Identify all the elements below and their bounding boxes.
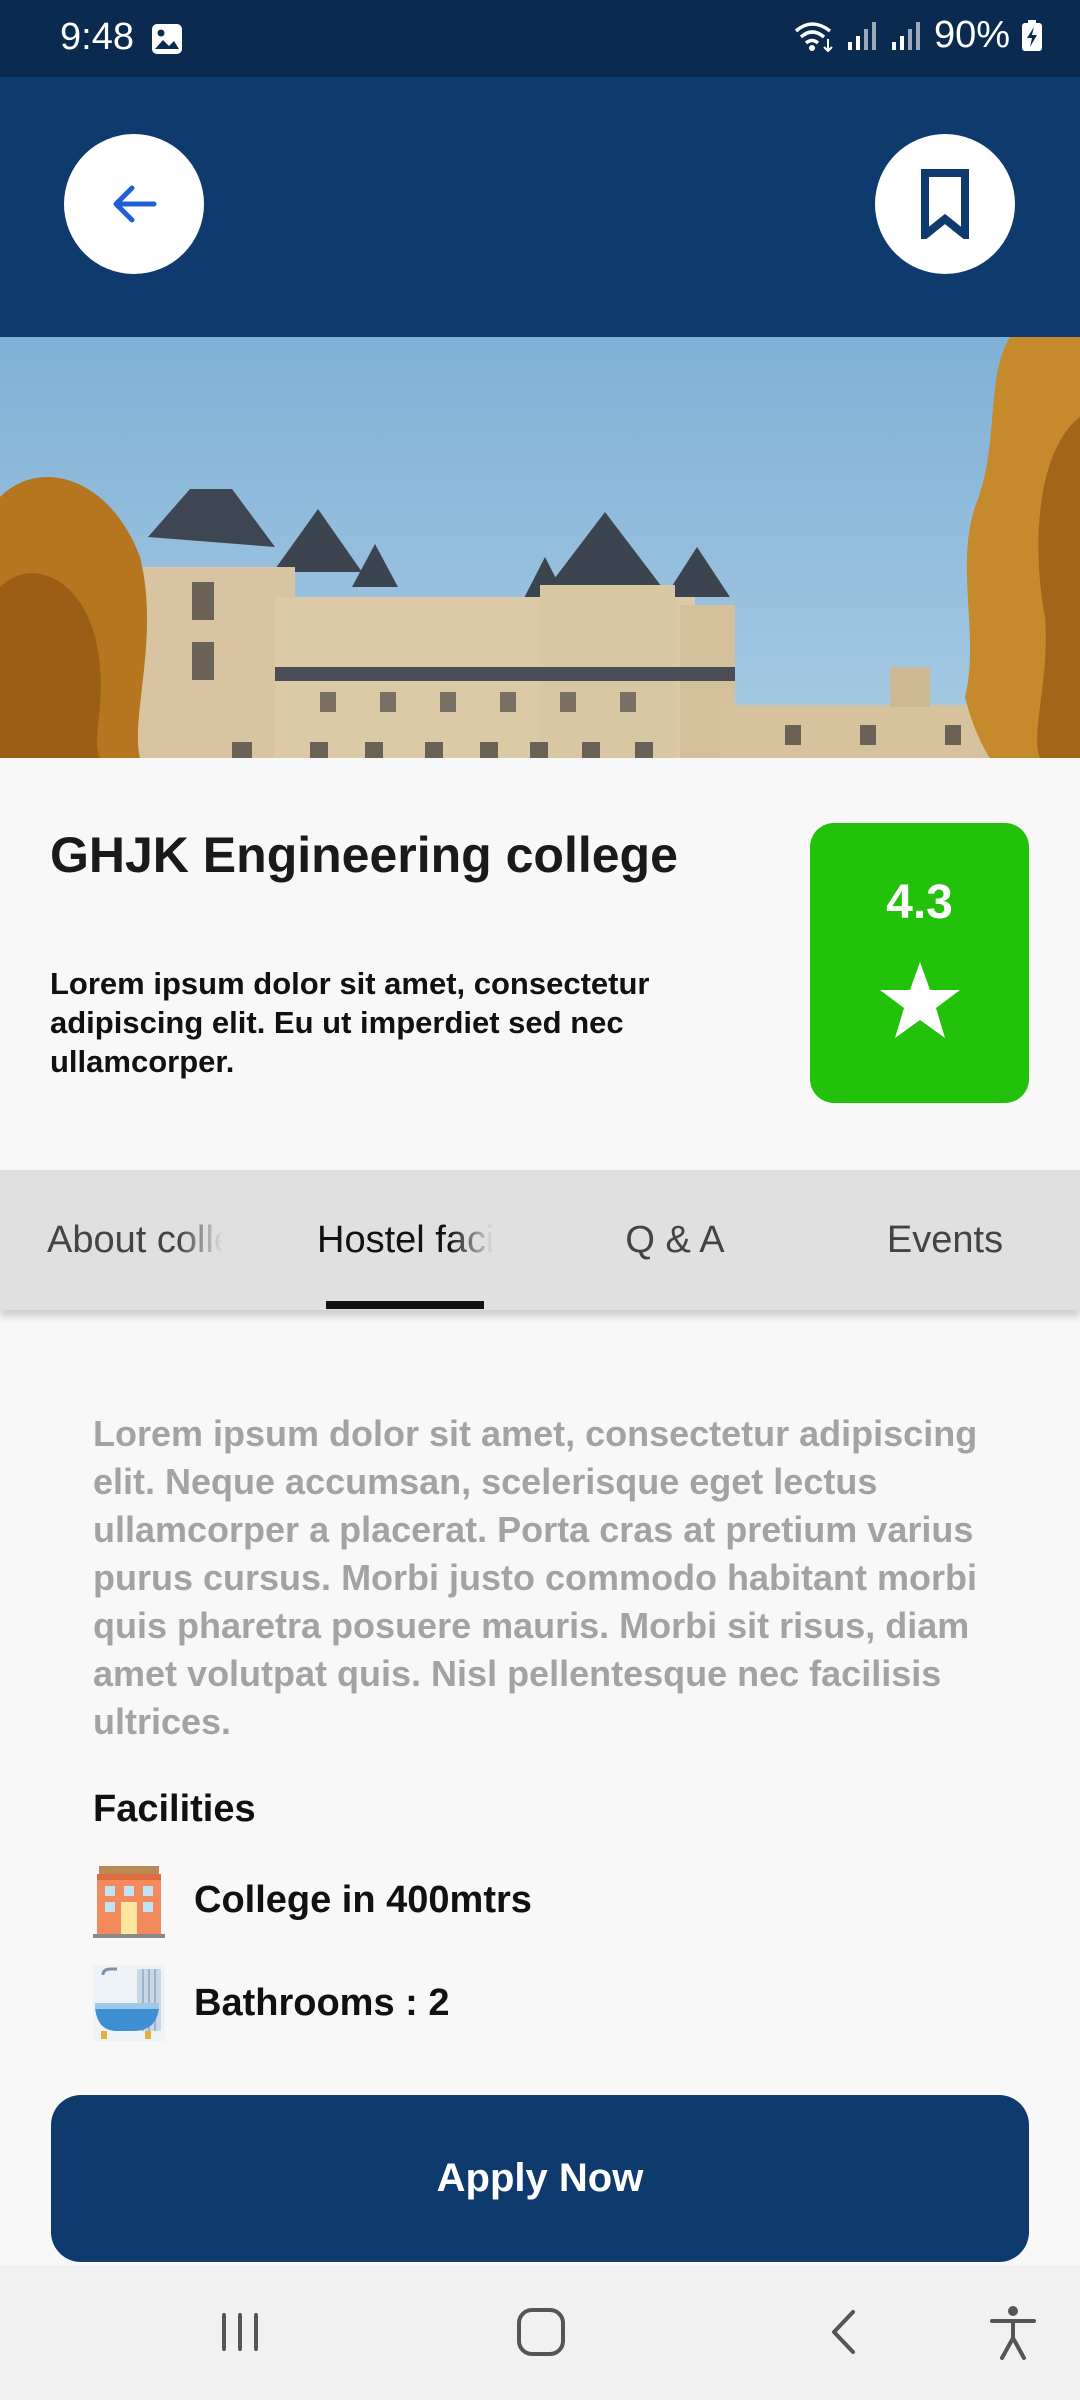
college-name: GHJK Engineering college [50,827,678,883]
wifi-icon [794,21,833,52]
tab-label: Events [886,1218,1004,1261]
tab-hostel-facilities[interactable]: Hostel facilities [270,1170,540,1310]
nav-back-button[interactable] [795,2287,895,2377]
status-icons: 90% [792,14,1044,57]
college-description: Lorem ipsum dolor sit amet, consectetur … [50,966,650,1079]
bookmark-icon [921,169,969,239]
accessibility-icon [990,2306,1036,2360]
photo-icon [152,24,182,54]
tab-q-and-a[interactable]: Q & A [540,1170,810,1310]
apply-now-button[interactable]: Apply Now [51,2095,1029,2262]
header [0,77,1080,337]
facility-item: Bathrooms : 2 [93,1965,449,2041]
tab-label: About college [47,1218,223,1261]
system-nav-bar [0,2265,1080,2400]
tab-events[interactable]: Events [810,1170,1080,1310]
back-button[interactable] [64,134,204,274]
facility-item: College in 400mtrs [93,1862,532,1938]
battery-charging-icon [1022,19,1042,51]
nav-accessibility-button[interactable] [963,2287,1063,2377]
nav-recents-button[interactable] [190,2287,290,2377]
status-bar: 9:48 90% [0,0,1080,77]
signal-icon [891,21,920,50]
tab-bar: About college Hostel facilities Q & A Ev… [0,1170,1080,1310]
hostel-description: Lorem ipsum dolor sit amet, consectetur … [93,1413,978,1742]
bathtub-icon [93,1965,165,2041]
back-icon [832,2310,855,2354]
tab-label: Q & A [625,1218,725,1261]
status-time: 9:48 [60,16,134,58]
college-hero-image [0,337,1080,758]
college-summary: GHJK Engineering college Lorem ipsum dol… [0,758,1080,1168]
signal-icon [847,21,876,50]
home-icon [517,2308,565,2356]
rating-badge: 4.3 [810,823,1029,1103]
battery-level: 90% [933,14,1010,56]
arrow-left-icon [113,185,157,223]
nav-home-button[interactable] [491,2287,591,2377]
facilities-heading: Facilities [93,1788,256,1830]
building-icon [93,1866,165,1938]
tab-about-college[interactable]: About college [0,1170,270,1310]
bookmark-button[interactable] [875,134,1015,274]
facility-label: Bathrooms : 2 [194,1981,450,2024]
recents-icon [222,2313,258,2351]
active-tab-indicator [326,1301,484,1309]
facility-label: College in 400mtrs [194,1878,532,1921]
rating-value: 4.3 [886,876,953,929]
star-icon [879,962,960,1038]
tab-label: Hostel facilities [317,1218,493,1261]
